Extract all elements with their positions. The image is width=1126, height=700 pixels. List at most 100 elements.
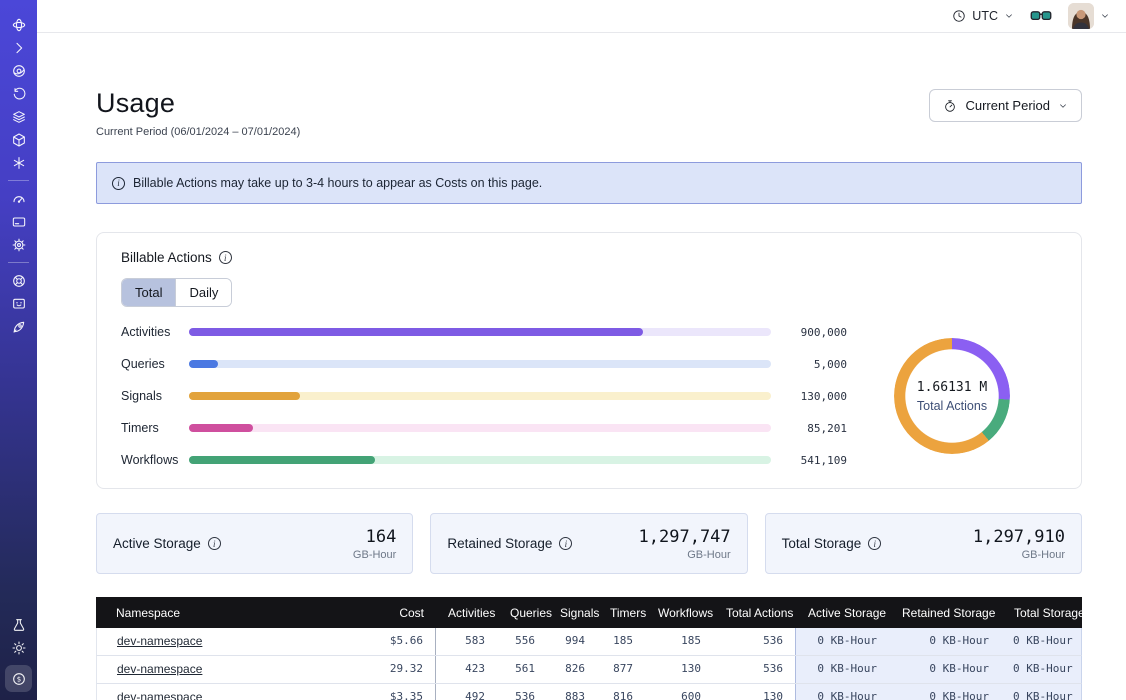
user-avatar bbox=[1068, 3, 1094, 29]
bar-category-label: Timers bbox=[121, 421, 189, 435]
billable-actions-title: Billable Actions i bbox=[121, 250, 1057, 265]
support-lifebuoy-icon[interactable] bbox=[0, 269, 37, 292]
tab-daily[interactable]: Daily bbox=[175, 279, 231, 306]
storage-card-label-text: Total Storage bbox=[782, 536, 862, 551]
sidebar-divider bbox=[8, 262, 29, 263]
bar-value: 900,000 bbox=[785, 326, 847, 339]
bar-row: Activities 900,000 bbox=[121, 325, 847, 339]
bar-row: Timers 85,201 bbox=[121, 421, 847, 435]
storage-card-unit: GB-Hour bbox=[353, 549, 396, 561]
info-icon: i bbox=[112, 177, 125, 190]
cell-cost: 29.32 bbox=[345, 656, 435, 683]
info-banner: i Billable Actions may take up to 3-4 ho… bbox=[96, 162, 1082, 204]
storage-card-label: Active Storage i bbox=[113, 536, 221, 551]
bar-fill bbox=[189, 328, 643, 336]
usage-gauge-icon[interactable] bbox=[0, 187, 37, 210]
settings-gear-icon[interactable] bbox=[0, 233, 37, 256]
pricing-dollar-icon[interactable]: $ bbox=[5, 665, 32, 692]
cell-timers: 816 bbox=[597, 684, 645, 700]
bar-chart: Activities 900,000 Queries 5,000 Signals… bbox=[121, 325, 847, 467]
info-icon[interactable]: i bbox=[219, 251, 232, 264]
deployments-icon[interactable] bbox=[0, 128, 37, 151]
collapse-chevron-icon[interactable] bbox=[0, 36, 37, 59]
chevron-down-icon bbox=[1004, 11, 1014, 21]
cell-cost: $3.35 bbox=[345, 684, 435, 700]
column-header-total_actions: Total Actions bbox=[714, 606, 796, 620]
info-icon[interactable]: i bbox=[208, 537, 221, 550]
timezone-picker[interactable]: UTC bbox=[952, 9, 1014, 23]
getting-started-rocket-icon[interactable] bbox=[0, 315, 37, 338]
billing-card-icon[interactable] bbox=[0, 210, 37, 233]
chevron-down-icon bbox=[1100, 11, 1110, 21]
storage-card: Active Storage i 164 GB-Hour bbox=[96, 513, 413, 574]
table-row: dev-namespace$3.354925368838166001300 KB… bbox=[96, 684, 1082, 700]
svg-text:$: $ bbox=[16, 675, 20, 683]
bar-track bbox=[189, 456, 771, 464]
namespace-usage-table: NamespaceCostActivitiesQueriesSignalsTim… bbox=[96, 597, 1082, 700]
bar-row: Signals 130,000 bbox=[121, 389, 847, 403]
donut-chart: 1.66131 M Total Actions bbox=[847, 338, 1057, 454]
bar-value: 130,000 bbox=[785, 390, 847, 403]
clock-icon bbox=[952, 9, 966, 23]
storage-summary-row: Active Storage i 164 GB-Hour Retained St… bbox=[96, 513, 1082, 574]
sidebar: $ bbox=[0, 0, 37, 700]
cell-retained_storage: 0 KB-Hour bbox=[889, 656, 1001, 683]
cell-total_storage: 0 KB-Hour bbox=[1001, 628, 1081, 655]
table-row: dev-namespace$5.665835569941851855360 KB… bbox=[96, 628, 1082, 656]
topbar: UTC bbox=[37, 0, 1126, 33]
bar-track bbox=[189, 392, 771, 400]
bar-track bbox=[189, 360, 771, 368]
bar-fill bbox=[189, 456, 375, 464]
cell-active_storage: 0 KB-Hour bbox=[795, 684, 889, 700]
table-body: dev-namespace$5.665835569941851855360 KB… bbox=[96, 628, 1082, 700]
sidebar-divider bbox=[8, 180, 29, 181]
cell-queries: 561 bbox=[497, 656, 547, 683]
cell-total_actions: 536 bbox=[713, 656, 795, 683]
nexus-asterisk-icon[interactable] bbox=[0, 151, 37, 174]
column-header-timers: Timers bbox=[598, 606, 646, 620]
bar-category-label: Activities bbox=[121, 325, 189, 339]
storage-card-unit: GB-Hour bbox=[639, 549, 731, 561]
schedules-icon[interactable] bbox=[0, 82, 37, 105]
billable-actions-chart: Activities 900,000 Queries 5,000 Signals… bbox=[121, 325, 1057, 467]
labs-flask-icon[interactable] bbox=[0, 613, 37, 636]
temporal-logo-icon[interactable] bbox=[0, 13, 37, 36]
billable-actions-title-text: Billable Actions bbox=[121, 250, 212, 265]
bar-row: Workflows 541,109 bbox=[121, 453, 847, 467]
bar-track bbox=[189, 424, 771, 432]
main-area: UTC Usage Current Period (06 bbox=[37, 0, 1126, 700]
table-row: dev-namespace29.324235618268771305360 KB… bbox=[96, 656, 1082, 684]
tab-total[interactable]: Total bbox=[122, 279, 175, 306]
theme-sun-icon[interactable] bbox=[0, 636, 37, 659]
namespace-link[interactable]: dev-namespace bbox=[117, 690, 202, 700]
glasses-icon[interactable] bbox=[1030, 8, 1052, 24]
namespace-link[interactable]: dev-namespace bbox=[117, 634, 202, 648]
bar-fill bbox=[189, 360, 218, 368]
page-subtitle: Current Period (06/01/2024 – 07/01/2024) bbox=[96, 126, 300, 138]
namespace-link[interactable]: dev-namespace bbox=[117, 662, 202, 676]
user-menu[interactable] bbox=[1068, 3, 1110, 29]
info-icon[interactable]: i bbox=[868, 537, 881, 550]
info-icon[interactable]: i bbox=[559, 537, 572, 550]
storage-card-unit: GB-Hour bbox=[973, 549, 1065, 561]
cell-workflows: 130 bbox=[645, 656, 713, 683]
feedback-monitor-icon[interactable] bbox=[0, 292, 37, 315]
column-header-queries: Queries bbox=[498, 606, 548, 620]
cell-cost: $5.66 bbox=[345, 628, 435, 655]
column-header-cost: Cost bbox=[346, 606, 436, 620]
chevron-down-icon bbox=[1058, 101, 1068, 111]
cell-timers: 185 bbox=[597, 628, 645, 655]
cell-signals: 994 bbox=[547, 628, 597, 655]
bar-value: 85,201 bbox=[785, 422, 847, 435]
storage-card-value: 164 bbox=[353, 527, 396, 547]
total-actions-label: Total Actions bbox=[917, 399, 987, 413]
cell-workflows: 600 bbox=[645, 684, 713, 700]
cell-total_actions: 536 bbox=[713, 628, 795, 655]
cell-signals: 883 bbox=[547, 684, 597, 700]
storage-card-label-text: Retained Storage bbox=[447, 536, 552, 551]
namespaces-icon[interactable] bbox=[0, 59, 37, 82]
layers-icon[interactable] bbox=[0, 105, 37, 128]
cell-namespace: dev-namespace bbox=[97, 656, 345, 683]
period-selector-button[interactable]: Current Period bbox=[929, 89, 1082, 122]
bar-track bbox=[189, 328, 771, 336]
